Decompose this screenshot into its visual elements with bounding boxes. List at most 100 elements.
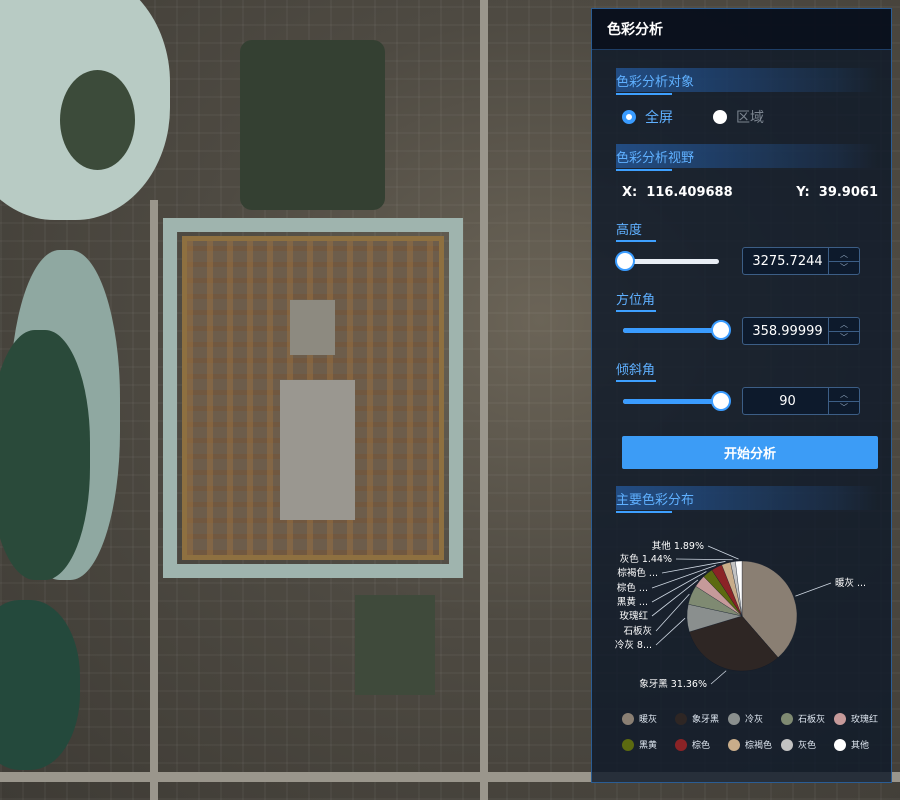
pie-label-2: 冷灰 8... [615,639,652,651]
pie-legend: 暖灰 象牙黑 冷灰 石板灰 玫瑰红黑黄 棕色 棕褐色 灰色 其他 [622,712,892,751]
legend-swatch [622,712,634,725]
legend-item-4[interactable]: 玫瑰红 [834,712,887,725]
azimuth-increment-icon[interactable]: ︿ [829,318,859,332]
coordinates-readout: X: 116.409688 Y: 39.9061 [622,185,878,200]
height-increment-icon[interactable]: ︿ [829,248,859,262]
legend-swatch [728,712,740,725]
azimuth-input[interactable]: 358.99999 ︿ ﹀ [742,317,860,345]
park-hill [240,40,385,210]
coord-y-value: 39.9061 [818,185,878,200]
legend-label: 冷灰 [745,715,764,725]
lake-south [0,600,80,770]
legend-swatch [834,712,846,725]
radio-region-label: 区域 [736,110,764,126]
legend-item-8[interactable]: 灰色 [781,738,834,751]
start-analysis-button[interactable]: 开始分析 [622,436,878,469]
height-slider-thumb[interactable] [615,251,635,271]
radio-fullscreen[interactable]: 全屏 [622,107,673,127]
legend-item-0[interactable]: 暖灰 [622,712,675,725]
color-analysis-panel: 色彩分析 色彩分析对象 全屏 区域 色彩分析视野 X: 116.409688 Y… [591,8,892,783]
legend-item-1[interactable]: 象牙黑 [675,712,728,725]
legend-swatch [675,738,687,751]
pie-label-line-1 [710,670,727,685]
pie-label-1: 象牙黑 31.36% [639,678,707,690]
color-distribution-pie-chart: 暖灰 ... 象牙黑 31.36% 冷灰 8... 石板灰 玫瑰红 黑黄 ... 棕色 ..… [615,540,866,690]
height-value[interactable]: 3275.7244 [743,248,828,274]
tilt-input[interactable]: 90 ︿ ﹀ [742,387,860,415]
pie-label-6: 棕色 ... [617,582,648,594]
legend-item-5[interactable]: 黑黄 [622,738,675,751]
legend-swatch [834,738,846,751]
azimuth-decrement-icon[interactable]: ﹀ [829,332,859,345]
legend-swatch [675,712,687,725]
azimuth-slider[interactable] [623,320,731,340]
pie-label-line-0 [795,582,832,597]
pie-label-line-2 [655,617,686,646]
tilt-increment-icon[interactable]: ︿ [829,388,859,402]
pie-label-0: 暖灰 ... [835,577,866,589]
azimuth-slider-fill [623,328,719,333]
coord-x-value: 116.409688 [646,185,733,200]
courtyard-inner [290,300,335,355]
courtyard-main [280,380,355,520]
pie-label-line-9 [707,545,739,560]
road-east [480,0,488,800]
legend-item-6[interactable]: 棕色 [675,738,728,751]
height-stepper: ︿ ﹀ [828,248,859,274]
height-label: 高度 [616,219,657,242]
park-south [355,595,435,695]
legend-swatch [728,738,740,751]
section-color-distribution: 主要色彩分布 [616,486,878,513]
pie-label-line-8 [675,558,733,561]
legend-label: 其他 [851,741,870,751]
height-input[interactable]: 3275.7244 ︿ ﹀ [742,247,860,275]
azimuth-stepper: ︿ ﹀ [828,318,859,344]
island [60,70,135,170]
tilt-decrement-icon[interactable]: ﹀ [829,402,859,415]
section-analysis-target: 色彩分析对象 [616,68,878,95]
coord-x-label: X: [622,185,638,200]
legend-label: 石板灰 [798,715,826,725]
pie-label-9: 其他 1.89% [652,540,704,552]
height-slider[interactable] [615,251,719,271]
pie-label-8: 灰色 1.44% [620,553,672,565]
legend-swatch [781,738,793,751]
radio-region[interactable]: 区域 [713,107,764,127]
pie-label-3: 石板灰 [623,625,652,637]
legend-label: 黑黄 [639,741,658,751]
radio-checked-icon [622,110,636,124]
radio-fullscreen-label: 全屏 [645,110,673,126]
legend-label: 玫瑰红 [851,715,879,725]
tilt-slider-fill [623,399,719,404]
coord-y: Y: 39.9061 [796,185,878,200]
legend-item-9[interactable]: 其他 [834,738,887,751]
lake-middle-water [0,330,90,580]
legend-label: 棕色 [692,741,711,751]
legend-label: 象牙黑 [692,715,720,725]
azimuth-label: 方位角 [616,289,657,312]
coord-y-label: Y: [796,185,810,200]
pie-label-5: 黑黄 ... [617,596,648,608]
tilt-slider-thumb[interactable] [711,391,731,411]
pie-label-7: 棕褐色 ... [617,567,658,579]
legend-label: 暖灰 [639,715,658,725]
tilt-label: 倾斜角 [616,359,657,382]
azimuth-value[interactable]: 358.99999 [743,318,828,344]
tilt-value[interactable]: 90 [743,388,828,414]
legend-swatch [622,738,634,751]
legend-item-3[interactable]: 石板灰 [781,712,834,725]
road-west [150,200,158,800]
coord-x: X: 116.409688 [622,185,733,200]
legend-item-2[interactable]: 冷灰 [728,712,781,725]
legend-label: 灰色 [798,741,817,751]
azimuth-slider-thumb[interactable] [711,320,731,340]
height-decrement-icon[interactable]: ﹀ [829,262,859,275]
panel-title: 色彩分析 [592,9,891,50]
section-analysis-view: 色彩分析视野 [616,144,878,171]
legend-item-7[interactable]: 棕褐色 [728,738,781,751]
legend-swatch [781,712,793,725]
pie-label-4: 玫瑰红 [619,610,648,622]
tilt-stepper: ︿ ﹀ [828,388,859,414]
legend-label: 棕褐色 [745,741,773,751]
tilt-slider[interactable] [623,391,731,411]
